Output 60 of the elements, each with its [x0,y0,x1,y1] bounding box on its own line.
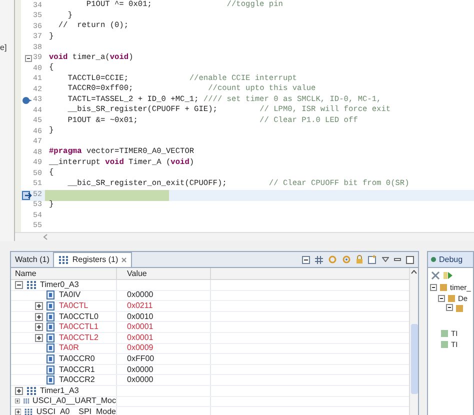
scroll-up-icon[interactable] [411,270,417,274]
bug-icon [430,256,437,263]
new-window-icon[interactable] [368,255,377,264]
collapse-icon[interactable] [430,284,437,291]
expand-icon[interactable] [35,334,43,342]
debug-node-icon [439,283,448,292]
panel-tab[interactable]: Registers (1) [53,252,132,267]
collapse-all-icon[interactable] [302,256,310,264]
debug-node-icon [455,304,464,313]
register-name[interactable]: TA0R [59,344,79,352]
view-menu-icon[interactable] [382,257,389,262]
close-icon[interactable] [121,257,128,263]
register-name[interactable]: TA0CCTL1 [59,323,98,332]
scroll-left-icon[interactable] [43,234,48,240]
grid-icon[interactable] [315,256,323,264]
register-group-icon [24,406,34,415]
register-name[interactable]: TA0CCR0 [59,354,95,363]
register-value: 0xFF00 [127,354,154,363]
vertical-scrollbar[interactable] [409,268,418,415]
register-value: 0x0001 [127,323,154,332]
expand-icon[interactable] [35,312,43,321]
panel-tab[interactable]: Watch (1) [11,252,54,267]
register-value: 0x0000 [127,376,154,384]
collapse-icon[interactable] [438,295,445,302]
register-value: 0x0009 [127,344,154,352]
register-value: 0x0000 [127,366,154,374]
horizontal-scrollbar[interactable] [15,232,474,241]
resume-icon[interactable] [443,270,453,280]
collapse-icon[interactable] [446,304,453,311]
disconnect-icon[interactable] [431,270,440,280]
register-value: 0x0211 [127,302,153,310]
register-group-icon [26,280,37,290]
panel-edge-text: e] [0,44,8,52]
column-header[interactable]: Name [11,268,117,280]
expand-icon[interactable] [35,323,43,332]
lock-icon[interactable] [356,255,363,264]
register-name[interactable]: TA0CCR2 [59,376,95,384]
expand-icon[interactable] [35,302,43,310]
debug-node-icon [447,294,456,303]
register-name[interactable]: USCI_A0__UART_Moc [32,397,116,406]
register-name[interactable]: Timer1_A3 [40,386,79,395]
register-name[interactable]: Timer0_A3 [40,280,79,289]
collapse-icon[interactable] [15,280,23,289]
expand-icon[interactable] [15,397,20,406]
register-value: 0x0000 [127,291,154,300]
breakpoint-icon [22,96,32,106]
expand-icon[interactable] [15,408,22,415]
register-name[interactable]: TA0CCR1 [59,366,95,374]
register-name[interactable]: TA0CCTL0 [59,312,98,321]
register-name[interactable]: TA0CCTL2 [59,334,98,342]
fold-icon[interactable] [25,55,32,62]
register-name[interactable]: TA0CTL [59,302,88,310]
column-header[interactable]: Value [117,268,211,280]
instruction-pointer-icon [22,190,32,200]
register-value: 0x0001 [127,334,154,342]
register-value: 0x0010 [127,312,154,321]
register-group-icon [58,255,70,265]
maximize-icon[interactable] [406,256,414,264]
expand-icon[interactable] [15,386,23,395]
register-name[interactable]: TA0IV [59,291,81,300]
